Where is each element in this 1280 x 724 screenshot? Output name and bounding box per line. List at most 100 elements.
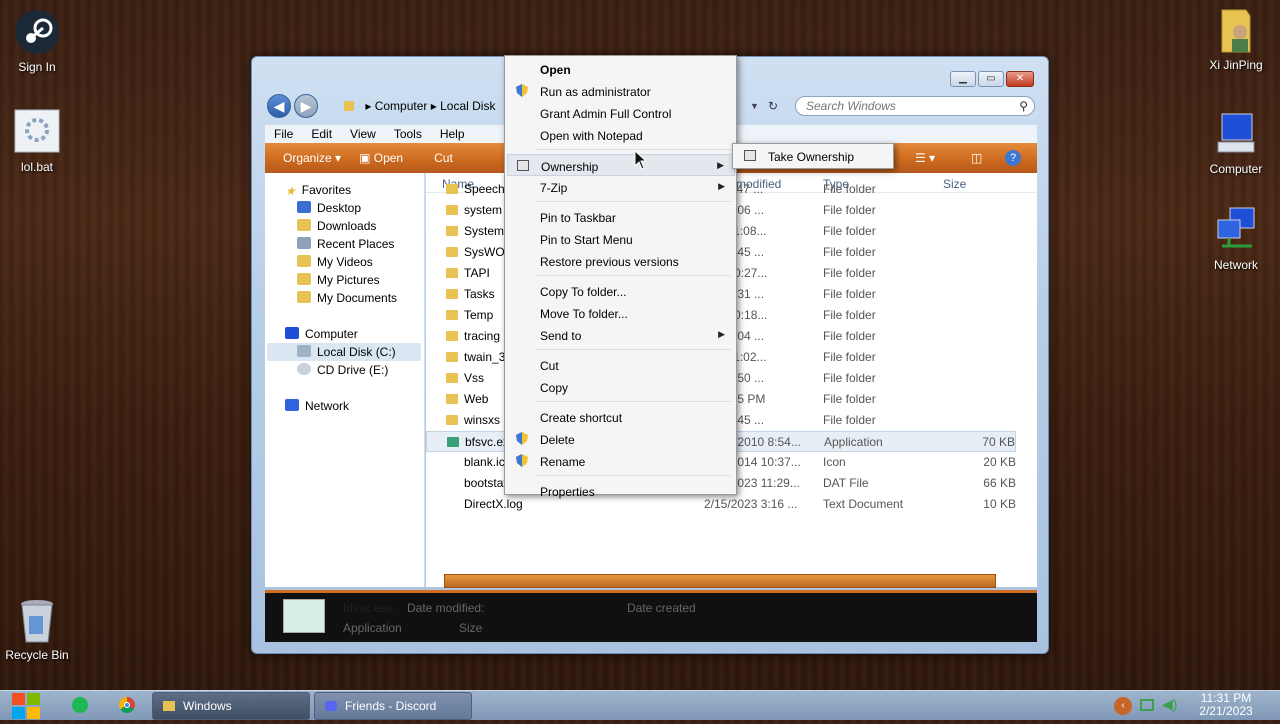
desktop-icon-lol-bat[interactable]: lol.bat	[0, 108, 79, 174]
taskbar-item-windows[interactable]: Windows	[152, 692, 310, 720]
nav-cd-drive[interactable]: CD Drive (E:)	[297, 363, 388, 377]
file-type: File folder	[823, 413, 876, 427]
file-name: Web	[464, 392, 489, 406]
menu-view[interactable]: View	[341, 127, 385, 141]
nav-desktop[interactable]: Desktop	[297, 201, 361, 215]
breadcrumb-separator: ▸	[430, 99, 441, 113]
submenu-arrow-icon: ▶	[718, 181, 725, 191]
nav-network[interactable]: Network	[285, 399, 349, 413]
file-type: File folder	[823, 173, 876, 175]
close-button[interactable]: ✕	[1006, 71, 1034, 87]
desktop-icon-xi-jinping[interactable]: Xi JinPing	[1194, 6, 1278, 72]
help-icon[interactable]: ?	[1005, 150, 1021, 166]
volume-icon[interactable]: ◀)	[1162, 696, 1177, 713]
menu-item-7-zip[interactable]: 7-Zip ▶	[507, 176, 735, 198]
discord-icon	[325, 701, 337, 711]
menu-item-run-as-administrator[interactable]: Run as administrator	[507, 80, 735, 102]
taskbar: Windows Friends - Discord ‹ ◀) 11:31 PM …	[0, 690, 1280, 720]
menu-item-pin-to-start-menu[interactable]: Pin to Start Menu	[507, 228, 735, 250]
breadcrumb-separator: ▸	[365, 99, 375, 113]
network-tray-icon[interactable]	[1140, 699, 1154, 711]
maximize-button[interactable]: ▭	[978, 71, 1004, 87]
file-type: File folder	[823, 350, 876, 364]
desktop-icon-label: Recycle Bin	[5, 648, 69, 662]
folder-icon	[446, 247, 458, 257]
file-name: System	[464, 224, 505, 238]
open-button[interactable]: ▣ Open	[350, 151, 412, 165]
breadcrumb-computer[interactable]: Computer	[375, 99, 428, 113]
back-button[interactable]: ◀	[267, 94, 291, 118]
details-filename: bfsvc.exe	[343, 601, 394, 615]
nav-my-videos[interactable]: My Videos	[297, 255, 373, 269]
desktop-icon-steam[interactable]: Sign In	[0, 8, 79, 74]
menu-tools[interactable]: Tools	[385, 127, 431, 141]
folder-icon	[446, 415, 458, 425]
organize-button[interactable]: Organize ▾	[265, 151, 350, 165]
menu-item-send-to[interactable]: Send to ▶	[507, 324, 735, 346]
desktop-icon-network[interactable]: Network	[1194, 206, 1278, 272]
file-type: File folder	[823, 371, 876, 385]
chrome-icon[interactable]	[119, 697, 135, 713]
desktop-icon-computer[interactable]: Computer	[1194, 110, 1278, 176]
spotify-icon[interactable]	[72, 697, 88, 713]
nav-computer[interactable]: Computer	[285, 327, 358, 341]
menu-item-copy-to-folder[interactable]: Copy To folder...	[507, 280, 735, 302]
file-type: File folder	[823, 392, 876, 406]
file-icon	[446, 457, 458, 467]
menu-item-grant-admin-full-control[interactable]: Grant Admin Full Control	[507, 102, 735, 124]
nav-downloads[interactable]: Downloads	[297, 219, 376, 233]
menu-item-create-shortcut[interactable]: Create shortcut	[507, 406, 735, 428]
nav-my-documents[interactable]: My Documents	[297, 291, 397, 305]
menu-item-rename[interactable]: Rename	[507, 450, 735, 472]
menu-item-take-ownership[interactable]: Take Ownership	[735, 145, 893, 167]
tray-arrow-icon[interactable]: ‹	[1114, 697, 1132, 715]
taskbar-item-discord[interactable]: Friends - Discord	[314, 692, 472, 720]
menu-edit[interactable]: Edit	[302, 127, 341, 141]
desktop-icon-label: Network	[1213, 258, 1258, 272]
menu-item-open-with-notepad[interactable]: Open with Notepad	[507, 124, 735, 146]
refresh-icon[interactable]: ↻	[768, 95, 778, 117]
horizontal-scrollbar[interactable]	[444, 574, 996, 588]
view-options-icon[interactable]: ☰ ▾	[915, 151, 935, 165]
menu-item-properties[interactable]: Properties	[507, 480, 735, 502]
menu-item-delete[interactable]: Delete	[507, 428, 735, 450]
menu-item-ownership[interactable]: Ownership ▶	[507, 154, 735, 176]
file-type: DAT File	[823, 476, 869, 490]
file-name: SysWO	[464, 245, 505, 259]
menu-help[interactable]: Help	[431, 127, 474, 141]
menu-item-cut[interactable]: Cut	[507, 354, 735, 376]
menu-item-copy[interactable]: Copy	[507, 376, 735, 398]
steam-icon	[13, 8, 61, 56]
recent-places-icon	[297, 237, 311, 249]
nav-favorites[interactable]: ★ Favorites	[285, 183, 351, 198]
open-icon: ▣	[359, 151, 371, 165]
chevron-down-icon[interactable]: ▼	[750, 95, 759, 117]
folder-icon	[446, 352, 458, 362]
folder-icon	[446, 310, 458, 320]
cut-button[interactable]: Cut	[412, 151, 462, 165]
file-icon	[446, 499, 458, 509]
menu-item-restore-previous-versions[interactable]: Restore previous versions	[507, 250, 735, 272]
menu-item-move-to-folder[interactable]: Move To folder...	[507, 302, 735, 324]
file-name: system	[464, 203, 503, 217]
start-button[interactable]	[10, 689, 42, 721]
menu-item-open[interactable]: Open	[507, 58, 735, 80]
menu-item-pin-to-taskbar[interactable]: Pin to Taskbar	[507, 206, 735, 228]
search-icon[interactable]: ⚲	[1019, 97, 1028, 115]
forward-button[interactable]: ▶	[294, 94, 318, 118]
file-size: 66 KB	[983, 476, 1016, 490]
menu-separator	[535, 275, 731, 276]
nav-my-pictures[interactable]: My Pictures	[297, 273, 380, 287]
search-input[interactable]: Search Windows ⚲	[795, 96, 1035, 116]
minimize-button[interactable]: ▁	[950, 71, 976, 87]
pictures-icon	[297, 273, 311, 285]
nav-local-disk[interactable]: Local Disk (C:)	[267, 343, 421, 361]
breadcrumb-local-disk[interactable]: Local Disk	[440, 99, 495, 113]
menu-file[interactable]: File	[265, 127, 302, 141]
preview-pane-icon[interactable]: ◫	[971, 151, 982, 165]
desktop-icon	[297, 201, 311, 213]
clock[interactable]: 11:31 PM 2/21/2023	[1196, 692, 1256, 718]
desktop-icon-recycle-bin[interactable]: Recycle Bin	[0, 596, 79, 662]
file-type: File folder	[823, 224, 876, 238]
nav-recent-places[interactable]: Recent Places	[297, 237, 394, 251]
